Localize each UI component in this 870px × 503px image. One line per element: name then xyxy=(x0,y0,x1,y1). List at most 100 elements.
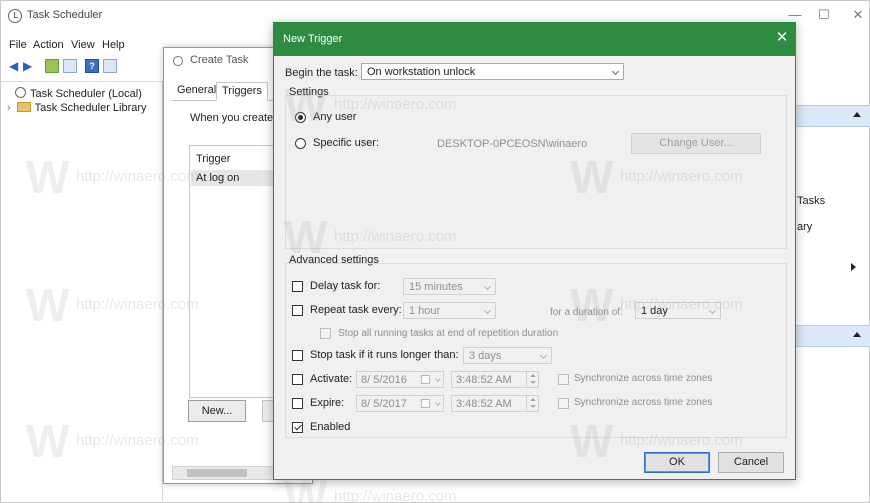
stop-all-label[interactable]: Stop all running tasks at end of repetit… xyxy=(338,328,558,339)
chevron-down-icon xyxy=(435,376,441,382)
chevron-down-icon xyxy=(483,306,492,315)
actions-pane-header[interactable] xyxy=(793,105,870,127)
expire-sync-checkbox[interactable] xyxy=(558,398,569,409)
activate-sync-label[interactable]: Synchronize across time zones xyxy=(574,373,712,384)
up-folder-icon[interactable] xyxy=(45,59,59,73)
expire-checkbox[interactable] xyxy=(292,398,303,409)
chevron-down-icon xyxy=(611,67,620,76)
actions-pane-header-2[interactable] xyxy=(793,325,870,347)
specific-user-radio[interactable] xyxy=(295,138,306,149)
show-hide-console-tree-icon[interactable] xyxy=(63,59,77,73)
delay-task-checkbox[interactable] xyxy=(292,281,303,292)
submenu-arrow-icon[interactable] xyxy=(851,263,856,271)
back-arrow-icon[interactable]: ◀ xyxy=(9,59,21,73)
column-header-trigger[interactable]: Trigger xyxy=(196,153,230,165)
specific-user-label[interactable]: Specific user: xyxy=(313,137,379,149)
create-task-title: Create Task xyxy=(190,54,249,66)
expire-time-value: 3:48:52 AM xyxy=(456,398,512,410)
new-trigger-title-bar: New Trigger ✕ xyxy=(274,23,795,56)
menu-action[interactable]: Action xyxy=(33,39,64,51)
expire-date-picker[interactable]: 8/ 5/2017 xyxy=(356,395,444,412)
ok-button[interactable]: OK xyxy=(644,452,710,473)
activate-checkbox[interactable] xyxy=(292,374,303,385)
stop-if-longer-value: 3 days xyxy=(469,350,502,362)
begin-task-label: Begin the task: xyxy=(285,67,358,79)
stop-if-longer-checkbox[interactable] xyxy=(292,350,303,361)
tree-item-local[interactable]: Task Scheduler (Local) xyxy=(15,87,142,100)
delay-task-select[interactable]: 15 minutes xyxy=(403,278,496,295)
repeat-task-label[interactable]: Repeat task every: xyxy=(310,304,402,316)
tree-item-local-label: Task Scheduler (Local) xyxy=(30,88,142,100)
new-trigger-dialog: New Trigger ✕ Begin the task: On worksta… xyxy=(273,22,796,480)
maximize-button[interactable]: ☐ xyxy=(814,7,834,23)
expire-time-input[interactable]: 3:48:52 AM xyxy=(451,395,539,412)
any-user-radio[interactable] xyxy=(295,112,306,123)
menu-view[interactable]: View xyxy=(71,39,95,51)
dialog-close-button[interactable]: ✕ xyxy=(774,30,790,46)
repeat-task-value: 1 hour xyxy=(409,305,441,317)
activate-sync-checkbox[interactable] xyxy=(558,374,569,385)
actions-pane-item-library[interactable]: ary xyxy=(797,221,812,233)
trigger-cell: At log on xyxy=(196,172,240,184)
calendar-icon xyxy=(421,399,430,408)
settings-group xyxy=(285,95,787,249)
clock-icon xyxy=(15,87,26,98)
new-trigger-button[interactable]: New... xyxy=(188,400,246,422)
triggers-description: When you create a xyxy=(190,112,283,124)
minimize-button[interactable]: — xyxy=(785,7,805,23)
activate-time-input[interactable]: 3:48:52 AM xyxy=(451,371,539,388)
duration-select[interactable]: 1 day xyxy=(635,302,721,319)
stop-if-longer-label[interactable]: Stop task if it runs longer than: xyxy=(310,349,459,361)
chevron-down-icon xyxy=(435,400,441,406)
collapse-up-icon[interactable] xyxy=(853,332,861,337)
delay-task-value: 15 minutes xyxy=(409,281,463,293)
actions-pane-item-tasks[interactable]: Tasks xyxy=(797,195,825,207)
stop-all-checkbox[interactable] xyxy=(320,328,331,339)
tree-item-library-label: Task Scheduler Library xyxy=(34,102,147,114)
expire-date-value: 8/ 5/2017 xyxy=(361,398,407,410)
repeat-task-checkbox[interactable] xyxy=(292,305,303,316)
activate-time-value: 3:48:52 AM xyxy=(456,374,512,386)
forward-arrow-icon[interactable]: ▶ xyxy=(23,59,35,73)
spinner-arrows-icon[interactable] xyxy=(526,372,538,387)
menu-help[interactable]: Help xyxy=(102,39,125,51)
enabled-checkbox[interactable] xyxy=(292,422,303,433)
chevron-right-icon[interactable]: › xyxy=(7,102,11,114)
begin-task-value: On workstation unlock xyxy=(367,66,476,78)
cancel-button[interactable]: Cancel xyxy=(718,452,784,473)
user-name-text: DESKTOP-0PCEOSN\winaero xyxy=(437,138,588,150)
any-user-label[interactable]: Any user xyxy=(313,111,356,123)
folder-icon xyxy=(16,102,31,112)
expire-label[interactable]: Expire: xyxy=(310,397,344,409)
duration-value: 1 day xyxy=(641,305,668,317)
calendar-icon xyxy=(421,375,430,384)
clock-icon xyxy=(8,9,22,23)
help-icon[interactable]: ? xyxy=(85,59,99,73)
begin-task-select[interactable]: On workstation unlock xyxy=(361,63,624,80)
new-trigger-title: New Trigger xyxy=(283,33,343,45)
chevron-down-icon xyxy=(708,306,717,315)
collapse-up-icon[interactable] xyxy=(853,112,861,117)
actions-pane: Tasks ary xyxy=(793,81,870,503)
duration-label: for a duration of: xyxy=(550,307,623,318)
stop-if-longer-select[interactable]: 3 days xyxy=(463,347,552,364)
activate-label[interactable]: Activate: xyxy=(310,373,352,385)
main-window-title: Task Scheduler xyxy=(27,9,103,21)
tab-general[interactable]: General xyxy=(172,82,221,101)
activate-date-picker[interactable]: 8/ 5/2016 xyxy=(356,371,444,388)
console-tree: Task Scheduler (Local) › Task Scheduler L… xyxy=(1,81,163,503)
show-action-pane-icon[interactable] xyxy=(103,59,117,73)
chevron-down-icon xyxy=(483,282,492,291)
tree-item-library[interactable]: › Task Scheduler Library xyxy=(7,102,147,114)
chevron-down-icon xyxy=(539,351,548,360)
spinner-arrows-icon[interactable] xyxy=(526,396,538,411)
scrollbar-thumb[interactable] xyxy=(187,469,247,477)
menu-file[interactable]: File xyxy=(9,39,27,51)
delay-task-label[interactable]: Delay task for: xyxy=(310,280,380,292)
repeat-task-select[interactable]: 1 hour xyxy=(403,302,496,319)
tab-triggers[interactable]: Triggers xyxy=(216,82,268,101)
change-user-button[interactable]: Change User... xyxy=(631,133,761,154)
expire-sync-label[interactable]: Synchronize across time zones xyxy=(574,397,712,408)
close-button[interactable]: ✕ xyxy=(848,7,868,23)
enabled-label[interactable]: Enabled xyxy=(310,421,350,433)
